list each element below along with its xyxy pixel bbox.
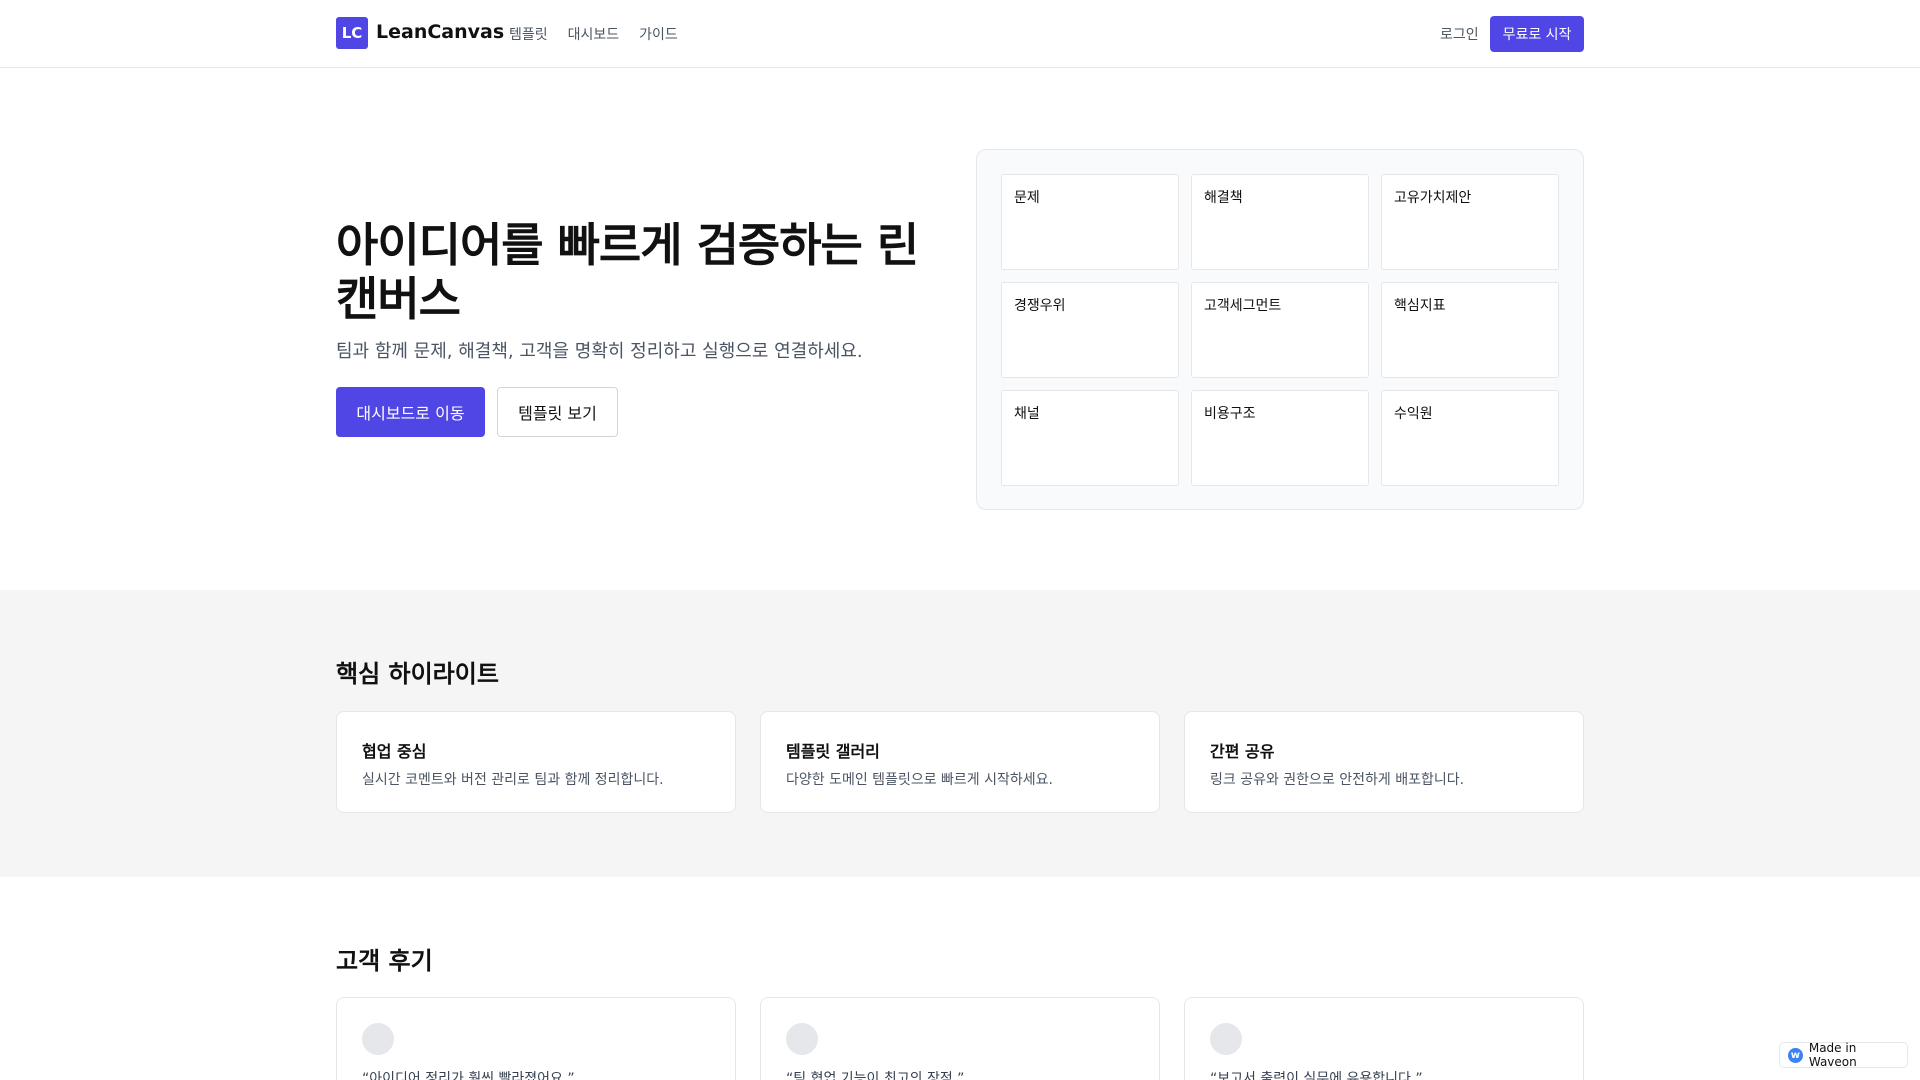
- badge-label: Made in Waveon: [1808, 1041, 1857, 1069]
- canvas-cell-customer-segments[interactable]: 고객세그먼트: [1191, 282, 1369, 378]
- canvas-cell-cost-structure[interactable]: 비용구조: [1191, 390, 1369, 486]
- highlights-title: 핵심 하이라이트: [336, 660, 499, 688]
- canvas-cell-revenue-streams[interactable]: 수익원: [1381, 390, 1559, 486]
- reviews-title: 고객 후기: [336, 947, 433, 975]
- review-card: “팀 협업 기능이 최고의 장점.”: [760, 997, 1160, 1080]
- feature-title: 템플릿 갤러리: [786, 742, 880, 761]
- waveon-logo-icon: w: [1788, 1047, 1803, 1063]
- logo-text[interactable]: LeanCanvas: [376, 21, 504, 43]
- feature-description: 다양한 도메인 템플릿으로 빠르게 시작하세요.: [786, 772, 1053, 788]
- login-link[interactable]: 로그인: [1440, 24, 1479, 44]
- canvas-cell-unfair-advantage[interactable]: 경쟁우위: [1001, 282, 1179, 378]
- main-nav: 템플릿 대시보드 가이드: [509, 24, 678, 44]
- canvas-cell-solution[interactable]: 해결책: [1191, 174, 1369, 270]
- start-free-button[interactable]: 무료로 시작: [1490, 16, 1584, 52]
- feature-card-easy-share: 간편 공유 링크 공유와 권한으로 안전하게 배포합니다.: [1184, 711, 1584, 813]
- top-navbar: LC LeanCanvas 템플릿 대시보드 가이드 로그인 무료로 시작: [0, 0, 1920, 68]
- view-templates-button[interactable]: 템플릿 보기: [497, 387, 618, 437]
- canvas-cell-unique-value[interactable]: 고유가치제안: [1381, 174, 1559, 270]
- review-quote: “보고서 출력이 실무에 유용합니다.”: [1210, 1071, 1423, 1080]
- hero-subtitle: 팀과 함께 문제, 해결책, 고객을 명확히 정리하고 실행으로 연결하세요.: [336, 341, 863, 362]
- canvas-cell-channels[interactable]: 채널: [1001, 390, 1179, 486]
- feature-title: 협업 중심: [362, 742, 427, 761]
- canvas-cell-problem[interactable]: 문제: [1001, 174, 1179, 270]
- lean-canvas-preview: 문제 해결책 고유가치제안 경쟁우위 고객세그먼트 핵심지표 채널 비용구조 수…: [976, 149, 1584, 510]
- avatar: [1210, 1023, 1242, 1055]
- feature-title: 간편 공유: [1210, 742, 1275, 761]
- feature-description: 링크 공유와 권한으로 안전하게 배포합니다.: [1210, 772, 1465, 788]
- nav-link-guide[interactable]: 가이드: [639, 24, 678, 44]
- feature-description: 실시간 코멘트와 버전 관리로 팀과 함께 정리합니다.: [362, 772, 664, 788]
- feature-card-template-gallery: 템플릿 갤러리 다양한 도메인 템플릿으로 빠르게 시작하세요.: [760, 711, 1160, 813]
- avatar: [362, 1023, 394, 1055]
- avatar: [786, 1023, 818, 1055]
- go-to-dashboard-button[interactable]: 대시보드로 이동: [336, 387, 485, 437]
- logo-mark[interactable]: LC: [336, 17, 368, 49]
- review-quote: “아이디어 정리가 훨씬 빨라졌어요.”: [362, 1071, 575, 1080]
- nav-link-templates[interactable]: 템플릿: [509, 24, 548, 44]
- canvas-cell-key-metrics[interactable]: 핵심지표: [1381, 282, 1559, 378]
- canvas-grid: 문제 해결책 고유가치제안 경쟁우위 고객세그먼트 핵심지표 채널 비용구조 수…: [1001, 174, 1559, 486]
- feature-card-collaboration: 협업 중심 실시간 코멘트와 버전 관리로 팀과 함께 정리합니다.: [336, 711, 736, 813]
- hero-title: 아이디어를 빠르게 검증하는 린 캔버스: [336, 218, 919, 326]
- review-quote: “팀 협업 기능이 최고의 장점.”: [786, 1071, 965, 1080]
- review-card: “아이디어 정리가 훨씬 빨라졌어요.”: [336, 997, 736, 1080]
- made-in-waveon-badge[interactable]: w Made in Waveon: [1779, 1041, 1908, 1069]
- review-card: “보고서 출력이 실무에 유용합니다.”: [1184, 997, 1584, 1080]
- nav-link-dashboard[interactable]: 대시보드: [568, 24, 620, 44]
